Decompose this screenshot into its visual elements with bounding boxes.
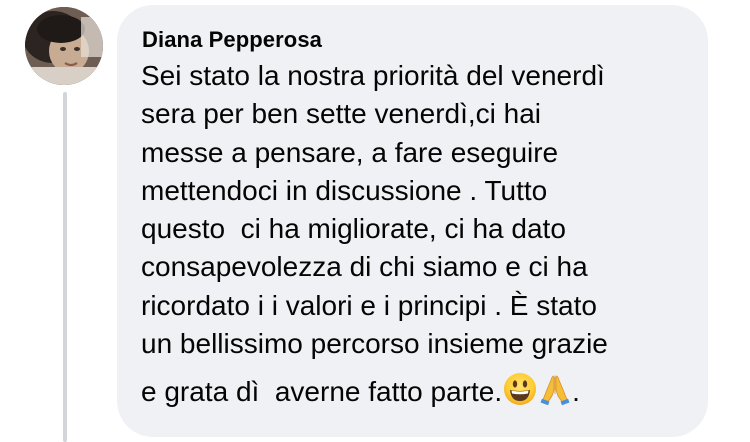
comment-line: sera per ben sette venerdì,ci hai [141, 98, 542, 130]
comment-line: mettendoci in discussione . Tutto [141, 174, 548, 206]
folded-hands-emoji-icon [538, 372, 572, 406]
comment-line: questo ci ha migliorate, ci ha dato [141, 213, 566, 245]
comment-last-line: e grata dì averne fatto parte. . [141, 372, 684, 411]
comment-bubble: Diana Pepperosa Sei stato la nostra prio… [117, 5, 708, 437]
comment-line: un bellissimo percorso insieme grazie [141, 328, 608, 360]
author-name[interactable]: Diana Pepperosa [142, 25, 684, 55]
comment-line: consapevolezza di chi siamo e ci ha [141, 251, 588, 283]
comment-line: Sei stato la nostra priorità del venerdì [141, 60, 605, 91]
trailing-period: . [572, 376, 580, 408]
grinning-face-emoji-icon [503, 372, 537, 406]
comment-line: messe a pensare, a fare eseguire [141, 136, 559, 168]
comment-line: e grata dì averne fatto parte. [141, 376, 503, 408]
thread-line [63, 92, 67, 442]
comment-text: Sei stato la nostra priorità del venerdì… [141, 57, 684, 412]
comment-line: ricordato i i valori e i principi . È st… [141, 289, 597, 321]
avatar[interactable] [25, 7, 103, 85]
comment-thread: Diana Pepperosa Sei stato la nostra prio… [0, 0, 750, 442]
